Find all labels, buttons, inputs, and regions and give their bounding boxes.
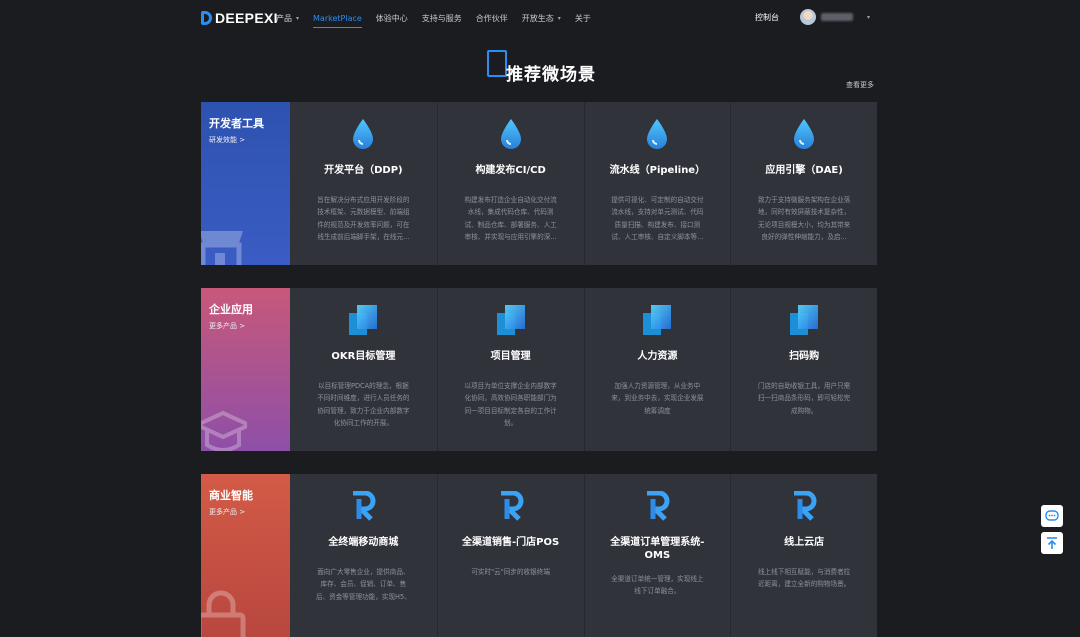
nav-label: 关于 xyxy=(574,13,591,23)
card-title: 流水线（Pipeline） xyxy=(609,165,706,176)
card-description: 全渠道订单统一管理，实现线上 线下订单融合。 xyxy=(611,575,704,596)
card-title: 项目管理 xyxy=(490,351,531,362)
layered-squares-icon xyxy=(790,305,819,335)
category-panel: 开发者工具 研发效能 > xyxy=(201,102,290,265)
nav-label: 体验中心 xyxy=(375,13,408,23)
category-link[interactable]: 更多产品 > xyxy=(209,321,282,331)
card-row: OKR目标管理 以目标管理PDCA的理念，根据 不同时间维度，进行人员任务的 协同管… xyxy=(290,288,877,451)
back-to-top-button[interactable] xyxy=(1041,532,1063,554)
layered-squares-icon xyxy=(349,305,378,335)
card-description: 门店的自助收银工具，用户只需 扫一扫商品条形码，即可轻松完 成购物。 xyxy=(757,382,851,415)
card-description: 面向广大零售企业，提供商品、 库存、会员、促销、订单、售 后、资金等管理功能，实现H… xyxy=(315,568,411,601)
card-description: 线上线下相互赋能，与消费者拉 近距离，建立全新的购物场景。 xyxy=(757,568,851,589)
droplet-icon xyxy=(794,119,815,149)
r-logo-icon xyxy=(500,491,524,521)
username-blurred xyxy=(821,13,853,21)
nav-item-products[interactable]: 产品 ▾ xyxy=(276,0,299,36)
shopping-bag-icon xyxy=(201,590,246,637)
main-nav: 产品 ▾ MarketPlace 体验中心 支持与服务 合作伙伴 开放生态 ▾ 关于 xyxy=(276,0,605,36)
caret-down-icon: ▾ xyxy=(867,13,871,21)
nav-item-open-ecosystem[interactable]: 开放生态 ▾ xyxy=(522,0,561,36)
nav-item-marketplace[interactable]: MarketPlace xyxy=(313,0,362,36)
card-title: 全渠道订单管理系统-OMS xyxy=(610,537,705,561)
nav-item-about[interactable]: 关于 xyxy=(575,0,591,36)
droplet-icon xyxy=(353,119,374,149)
nav-item-support[interactable]: 支持与服务 xyxy=(422,0,462,36)
product-card[interactable]: 构建发布CI/CD 构建发布打造企业自动化交付流 水线，集成代码仓库、代码测 试、制… xyxy=(436,102,584,265)
card-title: 构建发布CI/CD xyxy=(475,165,546,176)
layered-squares-icon xyxy=(643,305,672,335)
layered-squares-icon xyxy=(496,305,525,335)
card-description: 提供可视化、可定制的自动交付 流水线，支持对单元测试、代码 质量扫描、构建发布、接口… xyxy=(611,196,704,242)
product-card[interactable]: 流水线（Pipeline） 提供可视化、可定制的自动交付 流水线，支持对单元测试、… xyxy=(583,102,731,265)
droplet-icon xyxy=(647,119,668,149)
back-to-top-icon xyxy=(1047,537,1057,549)
chat-button[interactable] xyxy=(1041,505,1063,527)
r-logo-icon xyxy=(794,491,817,521)
logo-mark-icon xyxy=(201,11,212,25)
product-card[interactable]: 项目管理 以项目为单位支撑企业内部数字 化协同，高效协同各职能部门为 同一项目目标制… xyxy=(436,288,584,451)
category-panel: 企业应用 更多产品 > xyxy=(201,288,290,451)
card-title: 全渠道销售-门店POS xyxy=(462,537,560,548)
nav-label: MarketPlace xyxy=(313,13,362,23)
r-logo-icon xyxy=(353,491,376,521)
card-description: 加强人力资源管理，从业务中 来，到业务中去，实现企业发展 统筹调度 xyxy=(611,382,704,415)
bag-title-icon xyxy=(487,50,507,77)
nav-label: 开放生态 xyxy=(521,13,554,23)
card-title: OKR目标管理 xyxy=(331,351,396,362)
category-link[interactable]: 研发效能 > xyxy=(209,135,282,145)
product-card[interactable]: 开发平台（DDP) 旨在解决分布式应用开发阶段的 技术框架、元数据模型、前端组 件的… xyxy=(290,102,437,265)
nav-item-experience-center[interactable]: 体验中心 xyxy=(376,0,408,36)
nav-label: 合作伙伴 xyxy=(475,13,508,23)
card-description: 以项目为单位支撑企业内部数字 化协同，高效协同各职能部门为 同一项目目标制定各自的工… xyxy=(464,382,557,428)
product-card[interactable]: 扫码购 门店的自助收银工具，用户只需 扫一扫商品条形码，即可轻松完 成购物。 xyxy=(730,288,877,451)
card-description: 构建发布打造企业自动化交付流 水线，集成代码仓库、代码测 试、制品仓库、部署服务、人… xyxy=(464,196,557,242)
console-link[interactable]: 控制台 xyxy=(755,12,779,23)
category-panel: 商业智能 更多产品 > xyxy=(201,474,290,637)
section-business-intelligence: 商业智能 更多产品 > 全终端移动商城 面向广大零售企业，提供商品、 库存、会员、… xyxy=(201,474,877,637)
section-enterprise-apps: 企业应用 更多产品 > OKR目标管理 以目标管理PDCA的理念，根据 不同时间维… xyxy=(201,288,877,451)
storefront-icon xyxy=(201,231,243,265)
brand-name: DEEPEXI xyxy=(215,10,278,26)
card-title: 线上云店 xyxy=(784,537,825,548)
avatar xyxy=(800,9,816,25)
r-logo-icon xyxy=(647,491,670,521)
see-more-link[interactable]: 查看更多 xyxy=(846,80,874,90)
graduation-cap-icon xyxy=(201,410,247,451)
card-title: 应用引擎（DAE) xyxy=(765,165,843,176)
product-card[interactable]: 线上云店 线上线下相互赋能，与消费者拉 近距离，建立全新的购物场景。 xyxy=(730,474,877,637)
product-card[interactable]: 全终端移动商城 面向广大零售企业，提供商品、 库存、会员、促销、订单、售 后、资金等… xyxy=(290,474,437,637)
category-link[interactable]: 更多产品 > xyxy=(209,507,282,517)
caret-down-icon: ▾ xyxy=(296,14,300,22)
card-title: 全终端移动商城 xyxy=(328,537,399,548)
chat-icon xyxy=(1045,510,1059,521)
product-card[interactable]: 人力资源 加强人力资源管理，从业务中 来，到业务中去，实现企业发展 统筹调度 xyxy=(583,288,731,451)
product-card[interactable]: 全渠道订单管理系统-OMS 全渠道订单统一管理，实现线上 线下订单融合。 xyxy=(583,474,731,637)
top-nav-bar: DEEPEXI 产品 ▾ MarketPlace 体验中心 支持与服务 合作伙伴 … xyxy=(0,0,1080,36)
caret-down-icon: ▾ xyxy=(557,14,561,22)
droplet-icon xyxy=(500,119,521,149)
card-title: 扫码购 xyxy=(789,351,820,362)
card-description: 以目标管理PDCA的理念，根据 不同时间维度，进行人员任务的 协同管理，致力于企业内… xyxy=(317,382,410,428)
category-title: 企业应用 xyxy=(209,303,253,316)
card-row: 全终端移动商城 面向广大零售企业，提供商品、 库存、会员、促销、订单、售 后、资金等… xyxy=(290,474,877,637)
card-title: 人力资源 xyxy=(637,351,678,362)
nav-item-partners[interactable]: 合作伙伴 xyxy=(476,0,508,36)
card-row: 开发平台（DDP) 旨在解决分布式应用开发阶段的 技术框架、元数据模型、前端组 件的… xyxy=(290,102,877,265)
nav-label: 产品 xyxy=(276,13,292,23)
nav-label: 支持与服务 xyxy=(421,13,462,23)
product-card[interactable]: 应用引擎（DAE) 致力于支持微服务架构在企业落 地，同时有效屏蔽技术复杂性， 无论… xyxy=(730,102,877,265)
card-description: 可实时"云"同步的收银终端 xyxy=(471,568,550,576)
card-title: 开发平台（DDP) xyxy=(324,165,403,176)
user-menu[interactable]: ▾ xyxy=(800,9,870,25)
section-developer-tools: 开发者工具 研发效能 > 开发平台（DDP) 旨在解决分布式应用开发阶段的 技术框… xyxy=(201,102,877,265)
brand-logo[interactable]: DEEPEXI xyxy=(201,10,278,26)
category-title: 开发者工具 xyxy=(209,117,264,130)
card-description: 旨在解决分布式应用开发阶段的 技术框架、元数据模型、前端组 件的规范及开发效率问题，… xyxy=(317,196,410,242)
product-card[interactable]: 全渠道销售-门店POS 可实时"云"同步的收银终端 xyxy=(436,474,584,637)
page-title: 推荐微场景 xyxy=(506,65,596,85)
product-card[interactable]: OKR目标管理 以目标管理PDCA的理念，根据 不同时间维度，进行人员任务的 协同管… xyxy=(290,288,437,451)
category-title: 商业智能 xyxy=(209,489,253,502)
card-description: 致力于支持微服务架构在企业落 地，同时有效屏蔽技术复杂性， 无论项目规模大小，均为其… xyxy=(757,196,851,242)
